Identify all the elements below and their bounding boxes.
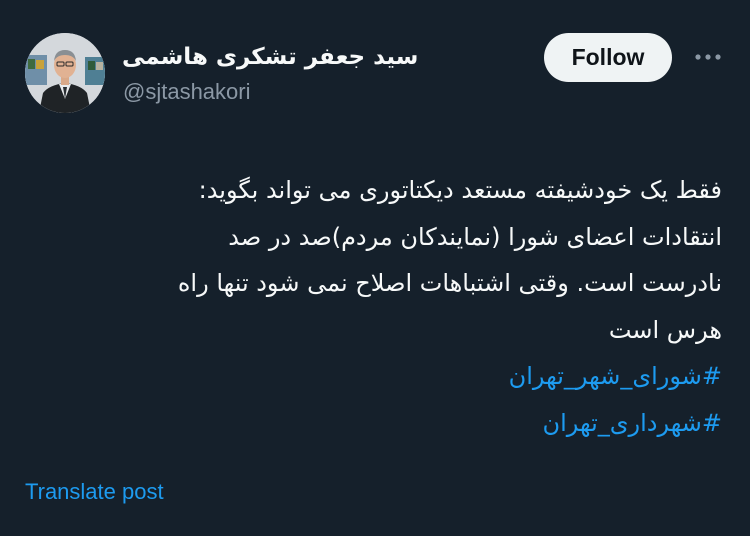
hashtag-link[interactable]: #شهرداری_تهران bbox=[30, 400, 722, 447]
author-handle[interactable]: @sjtashakori bbox=[123, 77, 251, 107]
tweet-card: سید جعفر تشکری هاشمی @sjtashakori Follow… bbox=[0, 0, 750, 536]
follow-button[interactable]: Follow bbox=[544, 33, 672, 82]
author-display-name[interactable]: سید جعفر تشکری هاشمی bbox=[122, 40, 432, 74]
translate-post-link[interactable]: Translate post bbox=[25, 478, 164, 506]
post-text-line: نادرست است. وقتی اشتباهات اصلاح نمی شود … bbox=[177, 269, 722, 297]
hashtag-link[interactable]: #شورای_شهر_تهران bbox=[30, 353, 722, 400]
post-text-line: فقط یک خودشیفته مستعد دیکتاتوری می تواند… bbox=[198, 176, 722, 204]
avatar[interactable] bbox=[25, 33, 105, 113]
post-text-line: انتقادات اعضای شورا (نمایندکان مردم)صد د… bbox=[228, 222, 722, 251]
post-text: فقط یک خودشیفته مستعد دیکتاتوری می تواند… bbox=[30, 167, 722, 446]
avatar-photo bbox=[25, 33, 105, 113]
post-text-line: هرس است bbox=[608, 315, 722, 344]
more-horizontal-icon[interactable] bbox=[692, 45, 724, 69]
